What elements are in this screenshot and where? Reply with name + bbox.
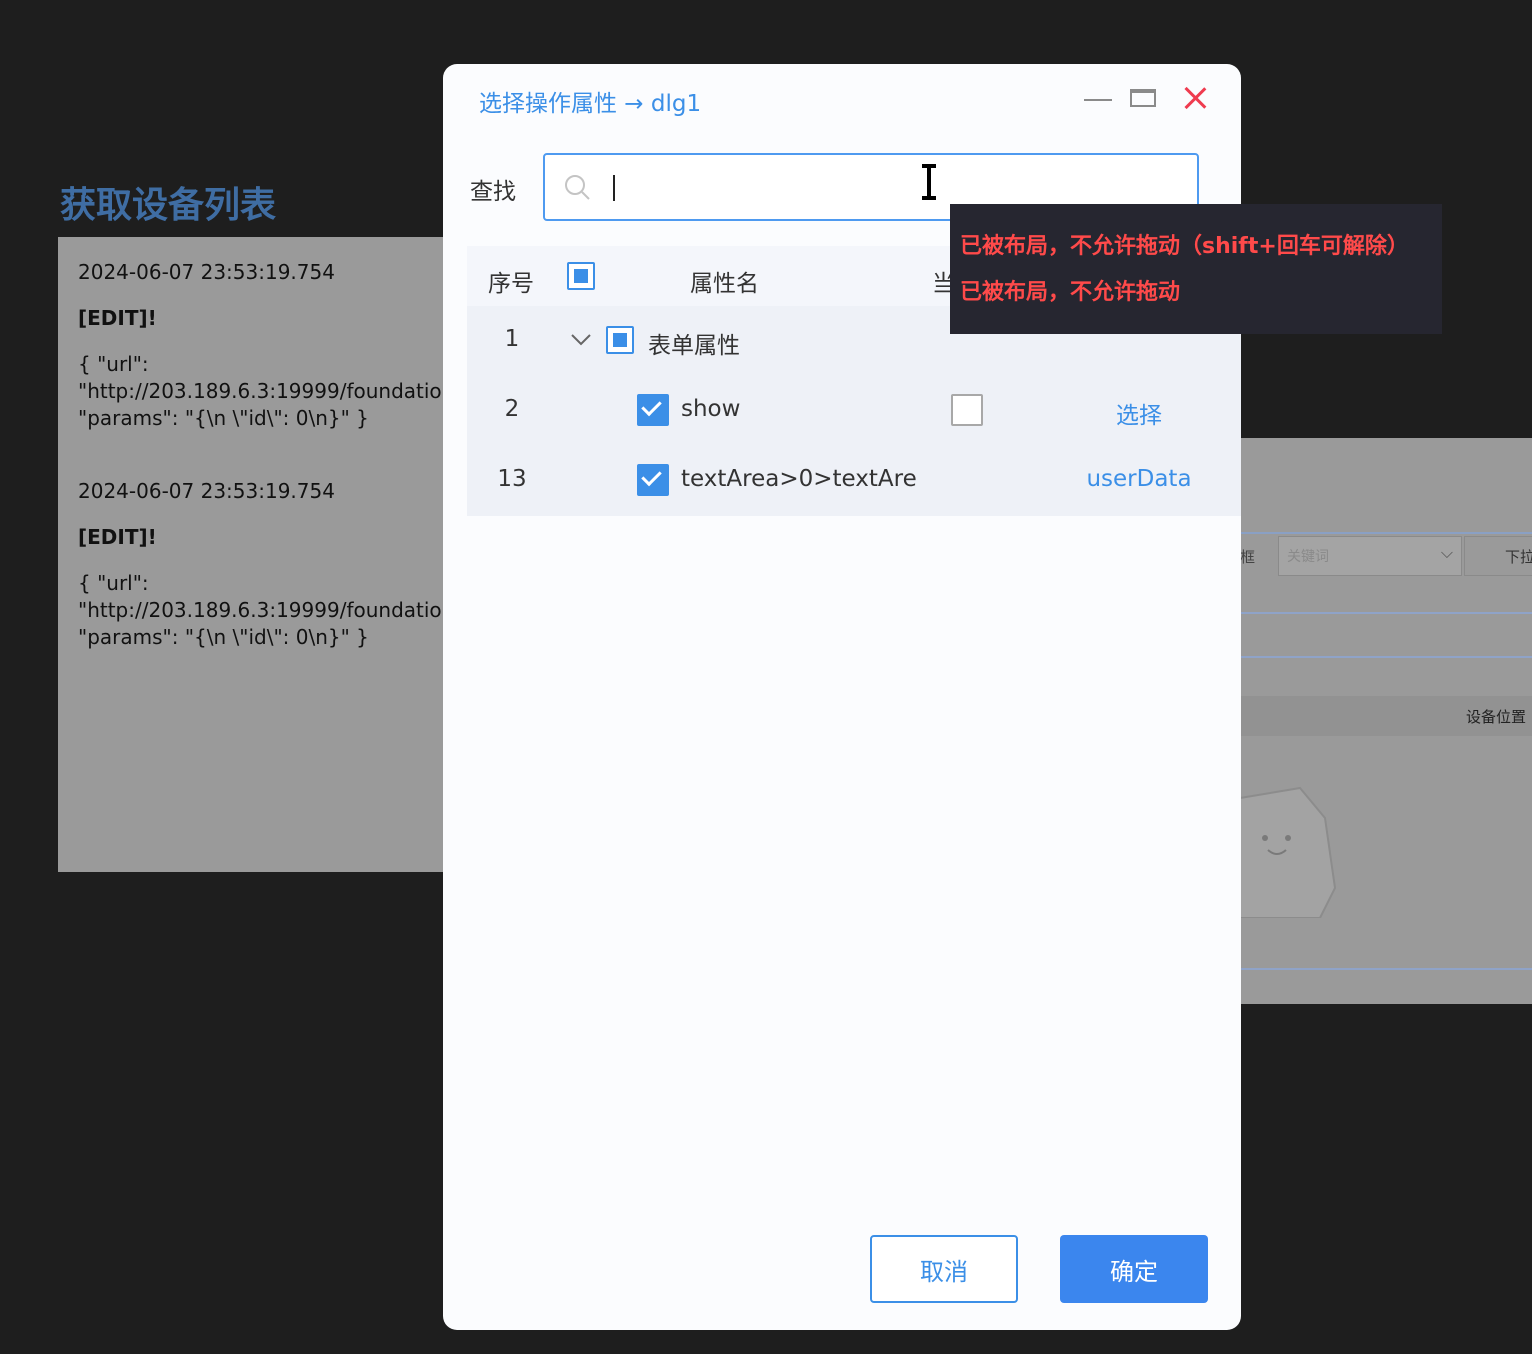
row-checkbox[interactable] xyxy=(637,394,669,426)
background-right-panel: 框 关键词 ⌵ 下拉 设备位置 xyxy=(1240,438,1532,1004)
column-header-name: 属性名 xyxy=(690,271,759,297)
search-icon xyxy=(565,175,590,200)
close-icon[interactable] xyxy=(1180,84,1210,114)
tooltip-line: 已被布局，不允许拖动（shift+回车可解除） xyxy=(960,234,1409,259)
input-underline xyxy=(1240,656,1532,658)
row-checkbox[interactable] xyxy=(637,464,669,496)
minimize-icon[interactable] xyxy=(1084,84,1114,114)
keyword-select[interactable]: 关键词 ⌵ xyxy=(1278,536,1462,576)
log-entry: 2024-06-07 23:53:19.754 [EDIT]! { "url":… xyxy=(78,259,461,432)
log-timestamp: 2024-06-07 23:53:19.754 xyxy=(78,260,335,284)
column-header-location: 设备位置 xyxy=(1465,708,1526,726)
log-line: { "url": xyxy=(78,571,149,595)
log-line: "http://203.189.6.3:19999/foundation/ xyxy=(78,598,462,622)
maximize-icon[interactable] xyxy=(1130,84,1160,114)
log-entry: 2024-06-07 23:53:19.754 [EDIT]! { "url":… xyxy=(78,478,461,651)
table-row[interactable]: 13 textArea>0>textAre userData xyxy=(467,446,1241,516)
log-line: { "url": xyxy=(78,352,149,376)
log-timestamp: 2024-06-07 23:53:19.754 xyxy=(78,479,335,503)
row-index: 13 xyxy=(497,466,527,492)
column-header-index: 序号 xyxy=(488,271,534,297)
dropdown-button[interactable]: 下拉 xyxy=(1464,536,1532,576)
text-caret xyxy=(613,175,615,201)
dropdown-label: 下拉 xyxy=(1505,548,1532,566)
row-index: 1 xyxy=(504,326,520,352)
current-value-checkbox[interactable] xyxy=(951,394,983,426)
row-value-link[interactable]: userData xyxy=(1064,466,1214,492)
table-row[interactable]: 2 show 选择 xyxy=(467,376,1241,446)
log-tag: [EDIT]! xyxy=(78,525,157,549)
layout-lock-tooltip: 已被布局，不允许拖动（shift+回车可解除） 已被布局，不允许拖动 xyxy=(950,204,1442,334)
divider xyxy=(1240,968,1532,970)
row-name: show xyxy=(681,396,741,422)
table-header: 设备位置 xyxy=(1240,696,1532,736)
input-underline xyxy=(1240,612,1532,614)
log-line: "http://203.189.6.3:19999/foundation/ xyxy=(78,379,462,403)
row-select-link[interactable]: 选择 xyxy=(1064,396,1214,430)
cancel-button[interactable]: 取消 xyxy=(870,1235,1018,1303)
log-panel: 2024-06-07 23:53:19.754 [EDIT]! { "url":… xyxy=(58,237,478,872)
row-name: 表单属性 xyxy=(648,333,740,359)
chevron-down-icon[interactable] xyxy=(570,328,592,350)
attribute-table: 1 表单属性 2 show 选择 13 textArea>0>textAre u… xyxy=(467,306,1241,516)
search-label: 查找 xyxy=(470,179,516,205)
row-index: 2 xyxy=(504,396,520,422)
row-checkbox[interactable] xyxy=(606,326,634,354)
frame-label: 框 xyxy=(1240,548,1256,566)
keyword-placeholder: 关键词 xyxy=(1287,549,1329,565)
filter-row: 框 关键词 ⌵ 下拉 xyxy=(1240,536,1532,578)
row-name: textArea>0>textAre xyxy=(681,466,917,492)
log-line: "params": "{\n \"id\": 0\n}" } xyxy=(78,406,369,430)
tooltip-line: 已被布局，不允许拖动 xyxy=(960,280,1181,305)
log-tag: [EDIT]! xyxy=(78,306,157,330)
log-line: "params": "{\n \"id\": 0\n}" } xyxy=(78,625,369,649)
select-all-checkbox[interactable] xyxy=(567,262,595,290)
divider xyxy=(1240,532,1532,534)
confirm-button[interactable]: 确定 xyxy=(1060,1235,1208,1303)
background-page-title: 获取设备列表 xyxy=(60,185,277,226)
dialog-title: 选择操作属性 → dlg1 xyxy=(479,91,702,117)
chevron-down-icon: ⌵ xyxy=(1440,543,1453,562)
empty-state-illustration-icon xyxy=(1240,786,1337,918)
text-cursor-icon xyxy=(922,164,936,200)
